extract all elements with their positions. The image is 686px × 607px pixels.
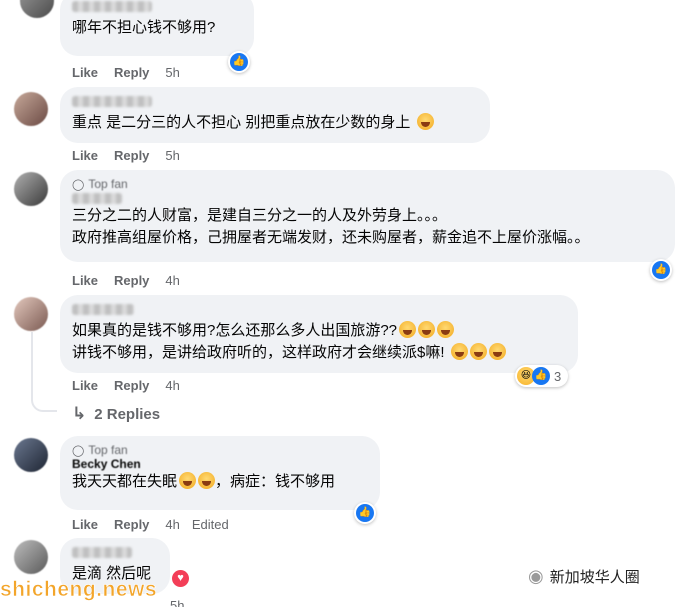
reply-button[interactable]: Reply	[114, 517, 149, 532]
laugh-emoji-icon	[450, 343, 468, 360]
comment-text: 我天天都在失眠 ，病症：钱不够用	[72, 472, 336, 490]
comment-actions: Like Reply 5h	[72, 65, 180, 80]
comment-text-line: 三分之二的人财富，是建自三分之一的人及外劳身上。。。	[72, 207, 448, 224]
reply-button[interactable]: Reply	[114, 65, 149, 80]
laugh-emoji-icon	[488, 343, 506, 360]
timestamp[interactable]: 5h	[170, 598, 184, 607]
reaction-summary[interactable]: 👍	[354, 502, 376, 524]
comment-text-line: 如果真的是钱不够用?怎么还那么多人出国旅游??	[72, 320, 566, 342]
comment-bubble: ◯ Top fan Becky Chen 我天天都在失眠 ，病症：钱不够用	[60, 436, 380, 510]
like-button[interactable]: Like	[72, 273, 98, 288]
reply-button[interactable]: Reply	[114, 148, 149, 163]
author-name-redacted[interactable]	[72, 193, 122, 204]
author-name-redacted[interactable]	[72, 547, 132, 558]
comment-text: 哪年不担心钱不够用?	[72, 19, 216, 36]
reply-button[interactable]: Reply	[114, 378, 149, 393]
reaction-summary[interactable]: 👍	[228, 51, 250, 73]
timestamp[interactable]: 4h	[165, 517, 179, 532]
author-name-redacted[interactable]	[72, 1, 152, 12]
avatar[interactable]	[14, 297, 48, 331]
author-name-redacted[interactable]	[72, 96, 152, 107]
comment-bubble: 哪年不担心钱不够用?	[60, 0, 254, 56]
shield-icon: ◯	[72, 444, 85, 457]
like-reaction-icon: 👍	[652, 261, 670, 279]
love-reaction-icon[interactable]: ♥	[172, 570, 189, 587]
like-button[interactable]: Like	[72, 148, 98, 163]
timestamp[interactable]: 4h	[165, 378, 179, 393]
laugh-emoji-icon	[469, 343, 487, 360]
laugh-emoji-icon	[198, 472, 216, 489]
comment-actions: Like Reply 4h Edited	[72, 517, 229, 532]
reply-button[interactable]: Reply	[114, 273, 149, 288]
reaction-count: 3	[554, 368, 562, 384]
timestamp[interactable]: 5h	[165, 65, 179, 80]
comment-text-line: 讲钱不够用，是讲给政府听的，这样政府才会继续派$嘛!	[72, 342, 566, 364]
comment-bubble: 如果真的是钱不够用?怎么还那么多人出国旅游?? 讲钱不够用，是讲给政府听的，这样…	[60, 295, 578, 373]
like-button[interactable]: Like	[72, 378, 98, 393]
laugh-emoji-icon	[437, 321, 455, 338]
comment-actions: Like Reply 4h	[72, 378, 180, 393]
reaction-summary[interactable]: 😆 👍 3	[515, 365, 569, 387]
laugh-emoji-icon	[179, 472, 197, 489]
reply-arrow-icon: ↳	[72, 404, 87, 423]
comment-actions: 5h	[170, 598, 184, 607]
like-reaction-icon: 👍	[230, 53, 248, 71]
avatar[interactable]	[14, 540, 48, 574]
replies-count-label: 2 Replies	[94, 405, 161, 423]
comment-actions: Like Reply 5h	[72, 148, 180, 163]
reaction-summary[interactable]: 👍	[650, 259, 672, 281]
shield-icon: ◯	[72, 178, 85, 191]
author-name[interactable]: Becky Chen	[72, 457, 368, 471]
avatar[interactable]	[20, 0, 54, 18]
top-fan-badge: ◯ Top fan	[72, 177, 128, 191]
laugh-emoji-icon	[418, 321, 436, 338]
comment-bubble: ◯ Top fan 三分之二的人财富，是建自三分之一的人及外劳身上。。。 政府推…	[60, 170, 675, 262]
edited-label: Edited	[191, 517, 229, 532]
timestamp[interactable]: 4h	[165, 273, 179, 288]
reply-thread-line	[31, 332, 57, 412]
avatar[interactable]	[14, 438, 48, 472]
like-reaction-icon: 👍	[532, 367, 550, 385]
view-replies-button[interactable]: ↳ 2 Replies	[72, 404, 160, 424]
comment-bubble: 重点 是二分三的人不担心 别把重点放在少数的身上	[60, 87, 490, 143]
author-name-redacted[interactable]	[72, 304, 134, 315]
avatar[interactable]	[14, 172, 48, 206]
comment-text-line: 政府推高组屋价格，己拥屋者无端发财，还未购屋者，薪金追不上屋价涨幅。。	[72, 229, 590, 246]
avatar[interactable]	[14, 92, 48, 126]
account-watermark: ◉ 新加坡华人圈	[528, 566, 640, 586]
comment-text: 重点 是二分三的人不担心 别把重点放在少数的身上	[72, 112, 478, 134]
site-watermark: shicheng.news	[0, 578, 158, 602]
top-fan-badge: ◯ Top fan	[72, 443, 128, 457]
like-reaction-icon: 👍	[356, 504, 374, 522]
wechat-icon: ◉	[528, 566, 544, 586]
timestamp[interactable]: 5h	[165, 148, 179, 163]
like-button[interactable]: Like	[72, 65, 98, 80]
laugh-emoji-icon	[399, 321, 417, 338]
like-button[interactable]: Like	[72, 517, 98, 532]
comment-actions: Like Reply 4h	[72, 273, 180, 288]
smile-emoji-icon	[416, 113, 434, 130]
